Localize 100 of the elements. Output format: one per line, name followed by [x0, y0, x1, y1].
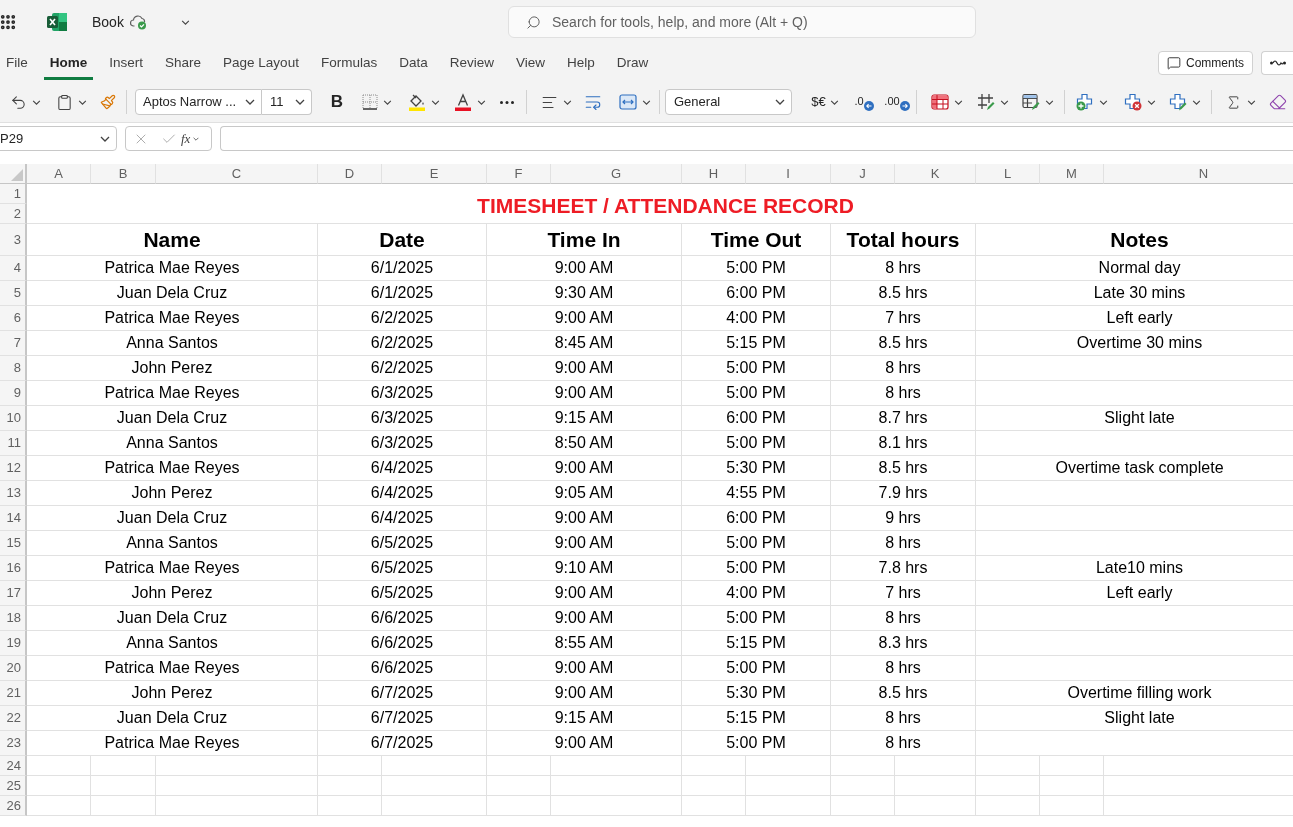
table-cell: Patrica Mae Reyes — [27, 306, 318, 331]
row-number[interactable]: 19 — [0, 631, 27, 656]
row-number[interactable]: 12 — [0, 456, 27, 481]
ribbon-tab[interactable]: Formulas — [314, 50, 384, 80]
column-letter[interactable]: E — [382, 164, 487, 184]
row-number[interactable]: 10 — [0, 406, 27, 431]
row-number[interactable]: 8 — [0, 356, 27, 381]
row-number[interactable]: 1 — [0, 184, 27, 204]
clipboard-icon — [56, 93, 73, 111]
caret-icon — [1045, 99, 1054, 105]
table-cell: 6/6/2025 — [318, 606, 487, 631]
table-cell: 9:00 AM — [487, 306, 682, 331]
caret-icon — [954, 99, 963, 105]
column-letter[interactable]: C — [156, 164, 318, 184]
row-number[interactable]: 6 — [0, 306, 27, 331]
bold-button[interactable]: B — [325, 88, 349, 116]
row-number[interactable]: 14 — [0, 506, 27, 531]
search-field[interactable]: Search for tools, help, and more (Alt + Q) — [508, 6, 976, 38]
table-cell: 5:15 PM — [682, 331, 831, 356]
app-logo-icon[interactable] — [47, 13, 67, 31]
merge-cells-icon — [619, 94, 637, 110]
column-letter[interactable]: G — [551, 164, 682, 184]
borders-icon — [362, 94, 378, 110]
ribbon-tab[interactable]: Review — [443, 50, 500, 80]
sheet-title: TIMESHEET / ATTENDANCE RECORD — [27, 184, 1293, 224]
column-letter[interactable]: A — [27, 164, 91, 184]
column-letter[interactable]: I — [746, 164, 831, 184]
table-cell: 8 hrs — [831, 731, 976, 756]
column-letter[interactable]: D — [318, 164, 382, 184]
table-cell: 9:10 AM — [487, 556, 682, 581]
decrease-decimal-button[interactable]: .0 — [852, 88, 876, 116]
header-button[interactable] — [1261, 51, 1293, 75]
empty-cell — [831, 756, 895, 776]
row-number[interactable]: 17 — [0, 581, 27, 606]
insert-function-button[interactable]: fx — [181, 129, 200, 148]
row-number[interactable]: 7 — [0, 331, 27, 356]
currency-format-button[interactable]: $€ — [805, 88, 845, 116]
ribbon-tab[interactable]: Draw — [610, 50, 655, 80]
ribbon-tab[interactable]: Help — [561, 50, 601, 80]
caret-icon — [829, 99, 839, 105]
caret-icon — [295, 99, 305, 105]
name-box[interactable]: P29 — [0, 126, 117, 151]
empty-cell — [318, 776, 382, 796]
empty-cell — [976, 796, 1040, 816]
row-number[interactable]: 23 — [0, 731, 27, 756]
table-header: Time In — [487, 224, 682, 256]
row-number[interactable]: 25 — [0, 776, 27, 796]
document-title[interactable]: Book — [92, 11, 124, 33]
column-letter[interactable]: N — [1104, 164, 1293, 184]
column-letter[interactable]: B — [91, 164, 156, 184]
ribbon-tab[interactable]: File — [0, 50, 34, 80]
row-number[interactable]: 13 — [0, 481, 27, 506]
row-number[interactable]: 4 — [0, 256, 27, 281]
row-number[interactable]: 15 — [0, 531, 27, 556]
row-number[interactable]: 18 — [0, 606, 27, 631]
table-pen-icon — [1022, 93, 1040, 111]
paint-bucket-icon — [408, 93, 426, 111]
column-letter[interactable]: F — [487, 164, 551, 184]
app-launcher-icon[interactable] — [0, 13, 17, 31]
row-number[interactable]: 21 — [0, 681, 27, 706]
row-number[interactable]: 2 — [0, 204, 27, 224]
undo-icon — [9, 93, 27, 111]
table-cell: Late10 mins — [976, 556, 1293, 581]
font-size-dropdown[interactable]: 11 — [262, 89, 312, 115]
table-cell: 6/7/2025 — [318, 706, 487, 731]
increase-decimal-button[interactable]: .00 — [884, 88, 910, 116]
table-header: Date — [318, 224, 487, 256]
row-number[interactable]: 9 — [0, 381, 27, 406]
column-letter[interactable]: K — [895, 164, 976, 184]
row-number[interactable]: 5 — [0, 281, 27, 306]
ribbon-tab[interactable]: Page Layout — [217, 50, 305, 80]
row-number[interactable]: 24 — [0, 756, 27, 776]
right-arrow-circle-icon — [899, 101, 910, 111]
table-cell: Patrica Mae Reyes — [27, 381, 318, 406]
ribbon-tab[interactable]: View — [509, 50, 551, 80]
column-letter[interactable]: H — [682, 164, 746, 184]
column-letter[interactable]: L — [976, 164, 1040, 184]
comments-button[interactable]: Comments — [1158, 51, 1253, 75]
number-format-dropdown[interactable]: General — [665, 89, 792, 115]
font-name-dropdown[interactable]: Aptos Narrow ... — [135, 89, 262, 115]
empty-cell — [682, 756, 746, 776]
ribbon-tab[interactable]: Data — [393, 50, 434, 80]
column-letter[interactable]: M — [1040, 164, 1104, 184]
highlighted-table-icon — [931, 94, 949, 110]
row-number[interactable]: 22 — [0, 706, 27, 731]
ribbon-tab[interactable]: Share — [159, 50, 208, 80]
caret-icon — [1099, 99, 1108, 105]
row-number[interactable]: 26 — [0, 796, 27, 816]
wave-icon — [1270, 59, 1286, 67]
row-number[interactable]: 16 — [0, 556, 27, 581]
row-number[interactable]: 3 — [0, 224, 27, 256]
table-cell: 9:00 AM — [487, 456, 682, 481]
row-number[interactable]: 11 — [0, 431, 27, 456]
table-cell: 7 hrs — [831, 306, 976, 331]
column-letter[interactable]: J — [831, 164, 895, 184]
table-cell: 6/6/2025 — [318, 631, 487, 656]
table-cell: John Perez — [27, 581, 318, 606]
formula-input[interactable] — [220, 126, 1293, 151]
row-number[interactable]: 20 — [0, 656, 27, 681]
ribbon-tab[interactable]: Insert — [103, 50, 150, 80]
